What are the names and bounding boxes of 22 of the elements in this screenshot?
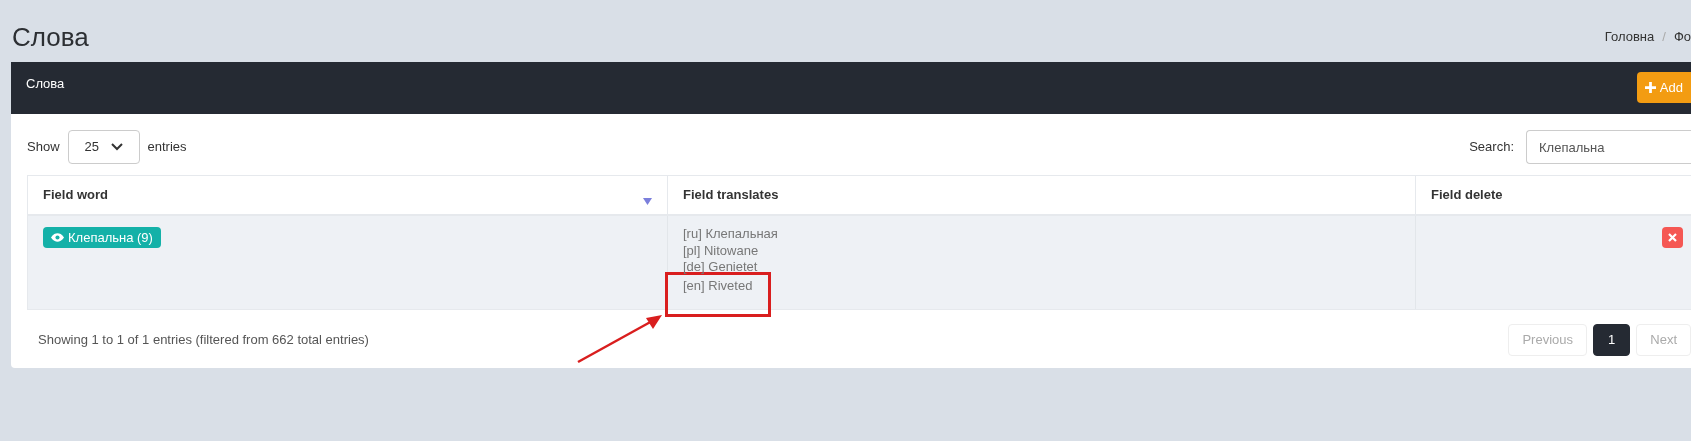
show-label: Show	[27, 138, 60, 157]
breadcrumb-separator: /	[1662, 28, 1666, 47]
translation-text: [ru] Клепальная	[683, 226, 778, 243]
close-icon	[1668, 233, 1677, 242]
chevron-down-icon	[110, 143, 123, 151]
breadcrumb-link[interactable]: Головна	[1604, 27, 1655, 47]
delete-button[interactable]	[1662, 227, 1683, 248]
column-header[interactable]: Field delete	[1416, 176, 1691, 214]
plus-icon	[1644, 82, 1656, 93]
eye-icon	[51, 233, 64, 242]
search-field[interactable]: Клепальна	[1526, 130, 1691, 164]
translation-text: [pl] Nitowane	[683, 242, 759, 259]
search-label: Search:	[1469, 138, 1514, 157]
page-button[interactable]: 1	[1593, 324, 1631, 356]
column-header[interactable]: Field word	[28, 176, 668, 214]
entries-select[interactable]: 25	[67, 130, 140, 164]
table-info: Showing 1 to 1 of 1 entries (filtered from 662 total entries)	[38, 331, 369, 350]
column-header[interactable]: Field translates	[668, 176, 1416, 214]
page-title: Слова	[12, 20, 89, 54]
breadcrumb-link[interactable]: Фо	[1673, 27, 1691, 47]
entries-label: entries	[147, 138, 187, 157]
card-title: Слова	[26, 75, 65, 93]
